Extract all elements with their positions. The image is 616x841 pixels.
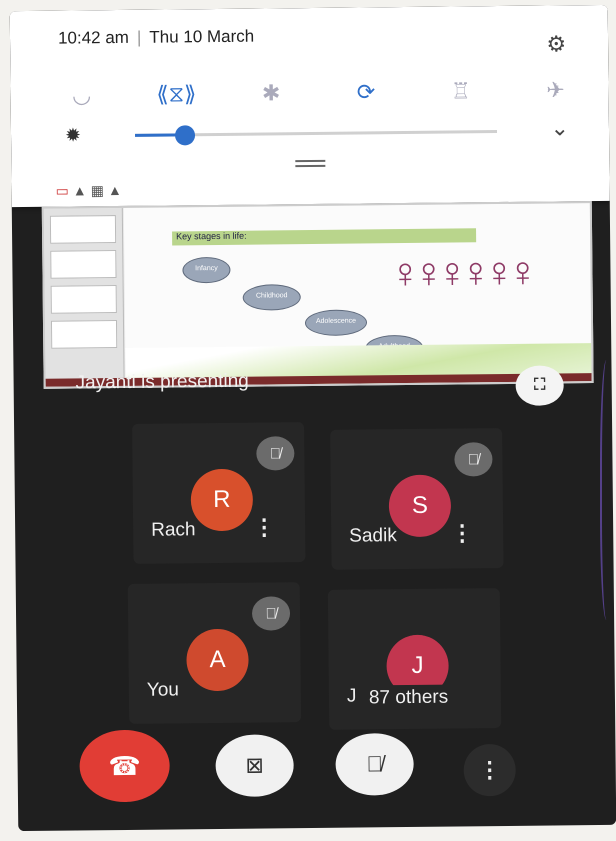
quick-settings-row: ◡ ⟪⧖⟫ ✱ ⟳ ♖ ✈ bbox=[58, 67, 578, 118]
mic-off-icon: 🎙̸ bbox=[366, 751, 384, 777]
status-date: Thu 10 March bbox=[149, 26, 255, 47]
participant-name: You bbox=[146, 679, 180, 701]
status-separator: | bbox=[136, 27, 142, 47]
bluetooth-icon[interactable]: ✱ bbox=[248, 73, 294, 113]
participant-name: Sadik bbox=[349, 525, 397, 547]
slide-content: Key stages in life: Infancy Childhood Ad… bbox=[123, 203, 592, 386]
wifi-notification-icon: ▦ bbox=[90, 182, 109, 199]
avatar: A bbox=[186, 628, 249, 692]
slide-thumbnail bbox=[50, 285, 117, 314]
airplane-mode-icon[interactable]: ✈ bbox=[532, 70, 578, 110]
status-time-date: 10:42 am | Thu 10 March bbox=[58, 27, 254, 49]
end-call-button[interactable]: ☎ bbox=[79, 729, 171, 803]
mic-off-icon: 🎙̸ bbox=[256, 436, 295, 471]
pen-scribble-decoration bbox=[600, 360, 616, 620]
vibrate-icon[interactable]: ⟪⧖⟫ bbox=[153, 74, 199, 114]
flashlight-icon[interactable]: ♖ bbox=[438, 71, 484, 111]
notification-icons: ▭▲▦▲ bbox=[55, 181, 126, 199]
status-time: 10:42 am bbox=[57, 27, 129, 48]
shade-drag-handle[interactable] bbox=[295, 159, 326, 168]
camera-toggle-button[interactable]: ⊠ bbox=[215, 734, 294, 798]
phone-hangup-icon: ☎ bbox=[108, 750, 141, 781]
stage-bubble: Adolescence bbox=[304, 309, 368, 337]
more-vert-icon: ⋮ bbox=[478, 757, 501, 783]
slide-thumbnail bbox=[50, 250, 117, 279]
warning-icon-2: ▲ bbox=[107, 181, 126, 199]
life-stages-figures-icon: ♀♀♀♀♀♀ bbox=[389, 247, 531, 297]
slide-thumbnail bbox=[49, 215, 117, 244]
slide-thumbnail bbox=[50, 320, 118, 349]
mic-off-icon: 🎙̸ bbox=[454, 442, 493, 477]
auto-rotate-icon[interactable]: ⟳ bbox=[343, 72, 389, 112]
participant-tile[interactable]: J J 87 others bbox=[327, 588, 502, 730]
fullscreen-button[interactable]: ⛶ bbox=[515, 365, 564, 406]
mic-toggle-button[interactable]: 🎙̸ bbox=[335, 732, 414, 796]
participant-tile[interactable]: A 🎙̸ You bbox=[127, 582, 302, 724]
avatar: S bbox=[388, 474, 452, 538]
participant-name: J bbox=[346, 685, 357, 707]
slide-banner: Key stages in life: bbox=[172, 228, 477, 246]
settings-gear-icon[interactable]: ⚙ bbox=[546, 31, 566, 57]
notification-shade: 10:42 am | Thu 10 March ⚙ ◡ ⟪⧖⟫ ✱ ⟳ ♖ ✈ ✹ … bbox=[9, 4, 610, 208]
brightness-icon: ✹ bbox=[64, 125, 82, 147]
more-options-button[interactable]: ⋮ bbox=[463, 743, 516, 797]
avatar: R bbox=[190, 468, 254, 532]
wifi-icon[interactable]: ◡ bbox=[58, 75, 104, 115]
participant-tile[interactable]: S 🎙̸ Sadik ⋮ bbox=[330, 428, 504, 570]
stage-bubble: Infancy bbox=[182, 256, 231, 284]
others-count-label: 87 others bbox=[368, 684, 449, 712]
camera-off-icon: ⊠ bbox=[245, 752, 264, 778]
mic-off-icon: 🎙̸ bbox=[251, 596, 291, 631]
presentation-screen[interactable]: Key stages in life: Infancy Childhood Ad… bbox=[41, 201, 594, 389]
participant-name: Rach bbox=[151, 519, 196, 541]
brightness-slider[interactable]: ✹ ⌄ bbox=[51, 115, 569, 150]
presenting-label: Jayanti is presenting bbox=[75, 370, 249, 394]
stage-bubble: Childhood bbox=[242, 284, 301, 311]
brightness-thumb[interactable] bbox=[174, 125, 196, 146]
more-options-icon[interactable]: ⋮ bbox=[451, 520, 473, 546]
participant-tile[interactable]: R 🎙̸ Rach ⋮ bbox=[132, 422, 306, 564]
slide-thumbnails bbox=[43, 207, 125, 387]
phone-screen: 10:42 am | Thu 10 March ⚙ ◡ ⟪⧖⟫ ✱ ⟳ ♖ ✈ ✹ … bbox=[9, 4, 616, 832]
more-options-icon[interactable]: ⋮ bbox=[253, 514, 275, 540]
warning-icon: ▲ bbox=[72, 182, 91, 199]
chevron-down-icon[interactable]: ⌄ bbox=[550, 115, 569, 141]
